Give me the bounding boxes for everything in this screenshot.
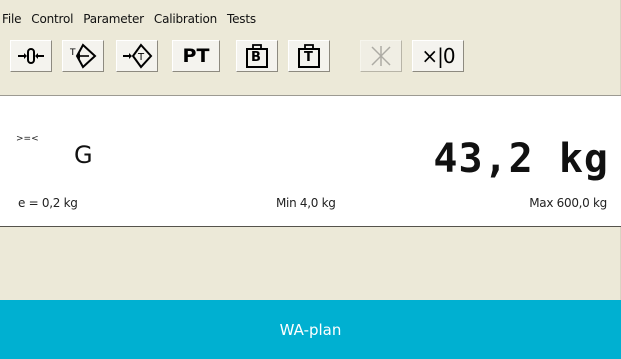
tare-button[interactable]: T [62,40,104,72]
tare-weight-icon: T [297,43,321,69]
tare-icon: T [67,43,99,69]
preset-tare-label: PT [182,45,210,67]
clear-tare-icon: T [121,43,153,69]
gross-weight-button[interactable]: B [236,40,278,72]
ten-times-button[interactable] [360,40,402,72]
scale-interval: e = 0,2 kg [18,196,78,210]
zero-icon [16,44,46,68]
zero-button[interactable] [10,40,52,72]
max-capacity: Max 600,0 kg [529,196,607,210]
toolbar: T T PT B T ×|0 [0,33,621,93]
tare-weight-letter: T [304,50,313,65]
preset-tare-button[interactable]: PT [172,40,220,72]
menu-tests[interactable]: Tests [227,12,256,26]
caption-bar: WA-plan [0,300,621,359]
tare-weight-button[interactable]: T [288,40,330,72]
menu-parameter[interactable]: Parameter [83,12,144,26]
gross-weight-letter: B [251,50,261,65]
ten-times-icon [366,43,396,69]
caption-text: WA-plan [279,320,342,339]
svg-text:T: T [137,52,145,63]
print-label: ×|0 [421,44,455,68]
menu-calibration[interactable]: Calibration [154,12,217,26]
gross-weight-icon: B [245,43,269,69]
menu-file[interactable]: File [2,12,21,26]
svg-text:T: T [69,48,76,58]
gross-mode-label: G [74,141,93,169]
min-capacity: Min 4,0 kg [276,196,336,210]
stability-indicator: >=< [16,134,39,144]
scale-window: File Control Parameter Calibration Tests… [0,0,621,300]
menu-control[interactable]: Control [31,12,73,26]
weight-value: 43,2 kg [433,136,609,182]
clear-tare-button[interactable]: T [116,40,158,72]
menu-bar: File Control Parameter Calibration Tests [0,8,266,30]
weight-display: >=< G 43,2 kg e = 0,2 kg Min 4,0 kg Max … [0,95,621,227]
print-button[interactable]: ×|0 [412,40,464,72]
